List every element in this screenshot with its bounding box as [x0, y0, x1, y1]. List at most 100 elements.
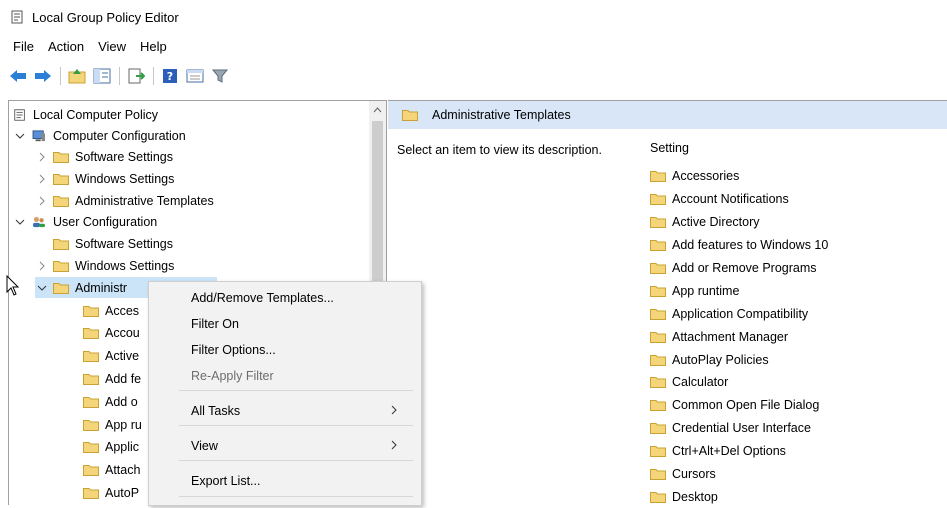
help-icon[interactable]: ?: [160, 66, 180, 86]
toolbar-separator: [119, 67, 120, 85]
menu-separator: [179, 496, 413, 497]
tree-child-item[interactable]: Applic: [83, 437, 139, 458]
setting-folder-row[interactable]: AutoPlay Policies: [650, 348, 828, 371]
menu-separator: [179, 460, 413, 461]
menu-filter-options[interactable]: Filter Options...: [191, 340, 411, 360]
forward-arrow-icon[interactable]: [33, 66, 53, 86]
toolbar-separator: [60, 67, 61, 85]
folder-icon: [83, 373, 99, 385]
tree-child-item[interactable]: AutoP: [83, 482, 139, 503]
tree-item-computer-windows-settings[interactable]: Windows Settings: [35, 168, 174, 189]
menu-file[interactable]: File: [6, 39, 41, 54]
menu-help[interactable]: Help: [133, 39, 174, 54]
tree-child-item[interactable]: Add fe: [83, 368, 141, 389]
setting-folder-row[interactable]: Application Compatibility: [650, 302, 828, 325]
menu-filter-on[interactable]: Filter On: [191, 314, 411, 334]
setting-label: Ctrl+Alt+Del Options: [672, 444, 786, 459]
tree-item-label: Acces: [105, 303, 140, 318]
folder-icon: [650, 423, 666, 435]
tree-item-label: Add o: [105, 394, 138, 409]
tree-item-label: Active: [105, 349, 140, 364]
setting-folder-row[interactable]: Accessories: [650, 165, 828, 188]
setting-folder-row[interactable]: Active Directory: [650, 211, 828, 234]
tree-item-label: Applic: [105, 440, 140, 455]
chevron-down-icon[interactable]: [13, 133, 27, 139]
chevron-right-icon[interactable]: [35, 174, 49, 184]
tree-item-label: Attach: [105, 463, 141, 478]
tree-child-item[interactable]: Attach: [83, 460, 140, 481]
menu-all-tasks[interactable]: All Tasks: [191, 401, 411, 421]
tree-item-label: User Configuration: [53, 214, 158, 229]
folder-icon: [53, 151, 69, 163]
details-pane: Administrative Templates Select an item …: [388, 100, 947, 505]
details-header: Administrative Templates: [388, 101, 947, 129]
tree-item-computer-administrative-templates[interactable]: Administrative Templates: [35, 190, 214, 211]
tree-child-item[interactable]: Active: [83, 346, 139, 367]
folder-icon: [53, 238, 69, 250]
setting-label: Desktop: [672, 489, 718, 504]
scroll-up-icon[interactable]: [369, 101, 386, 118]
export-list-icon[interactable]: [126, 66, 146, 86]
menu-view[interactable]: View: [191, 436, 411, 456]
settings-list: Accessories Account Notifications Active D…: [650, 165, 828, 508]
up-folder-icon[interactable]: [67, 66, 87, 86]
folder-icon: [650, 240, 666, 252]
tree-item-computer-configuration[interactable]: Computer Configuration: [13, 125, 186, 146]
setting-label: Add or Remove Programs: [672, 261, 817, 275]
setting-folder-row[interactable]: Add or Remove Programs: [650, 257, 828, 280]
folder-icon: [650, 308, 666, 320]
setting-folder-row[interactable]: Common Open File Dialog: [650, 394, 828, 417]
chevron-right-icon[interactable]: [35, 196, 49, 206]
folder-icon: [83, 328, 99, 340]
setting-label: Credential User Interface: [672, 421, 811, 436]
setting-label: Calculator: [672, 375, 729, 390]
tree-child-item[interactable]: Acces: [83, 300, 139, 321]
tree-item-user-software-settings[interactable]: Software Settings: [35, 233, 173, 254]
setting-label: Account Notifications: [672, 192, 789, 207]
folder-icon: [650, 446, 666, 458]
chevron-right-icon[interactable]: [35, 261, 49, 271]
menu-view-label: View: [191, 439, 218, 453]
menu-separator: [179, 390, 413, 391]
setting-folder-row[interactable]: Ctrl+Alt+Del Options: [650, 440, 828, 463]
setting-column-header[interactable]: Setting: [650, 141, 689, 155]
properties-view-icon[interactable]: [185, 66, 205, 86]
tree-item-label: Administrative Templates: [75, 193, 214, 208]
menu-add-remove-templates[interactable]: Add/Remove Templates...: [191, 288, 411, 308]
chevron-down-icon[interactable]: [35, 285, 49, 291]
menu-separator: [179, 425, 413, 426]
setting-folder-row[interactable]: Account Notifications: [650, 188, 828, 211]
back-arrow-icon[interactable]: [8, 66, 28, 86]
folder-icon: [650, 400, 666, 412]
tree-item-label: Computer Configuration: [53, 128, 186, 143]
tree-child-item[interactable]: Accou: [83, 323, 140, 344]
chevron-right-icon[interactable]: [35, 152, 49, 162]
folder-icon: [650, 285, 666, 297]
setting-folder-row[interactable]: Credential User Interface: [650, 417, 828, 440]
setting-label: Cursors: [672, 467, 716, 482]
menu-all-tasks-label: All Tasks: [191, 404, 241, 418]
setting-folder-row[interactable]: Add features to Windows 10: [650, 234, 828, 257]
setting-folder-row[interactable]: Desktop: [650, 485, 828, 508]
setting-folder-row[interactable]: Attachment Manager: [650, 325, 828, 348]
menu-action[interactable]: Action: [41, 39, 91, 54]
tree-item-computer-software-settings[interactable]: Software Settings: [35, 146, 173, 167]
chevron-down-icon[interactable]: [13, 219, 27, 225]
setting-folder-row[interactable]: Calculator: [650, 371, 828, 394]
chevron-right-icon: [391, 404, 397, 418]
show-hide-tree-icon[interactable]: [92, 66, 112, 86]
tree-item-user-windows-settings[interactable]: Windows Settings: [35, 255, 174, 276]
filter-icon[interactable]: [210, 66, 230, 86]
setting-folder-row[interactable]: App runtime: [650, 279, 828, 302]
title-bar: Local Group Policy Editor: [0, 0, 947, 34]
menu-view[interactable]: View: [91, 39, 133, 54]
menu-export-list[interactable]: Export List...: [191, 471, 411, 491]
tree-item-user-configuration[interactable]: User Configuration: [13, 211, 157, 232]
setting-folder-row[interactable]: Cursors: [650, 463, 828, 486]
setting-label: App runtime: [672, 283, 740, 298]
tree-child-item[interactable]: App ru: [83, 414, 142, 435]
folder-icon: [53, 260, 69, 272]
tree-child-item[interactable]: Add o: [83, 391, 138, 412]
tree-item-local-computer-policy[interactable]: Local Computer Policy: [13, 104, 158, 125]
tree-item-label: App ru: [105, 417, 142, 432]
